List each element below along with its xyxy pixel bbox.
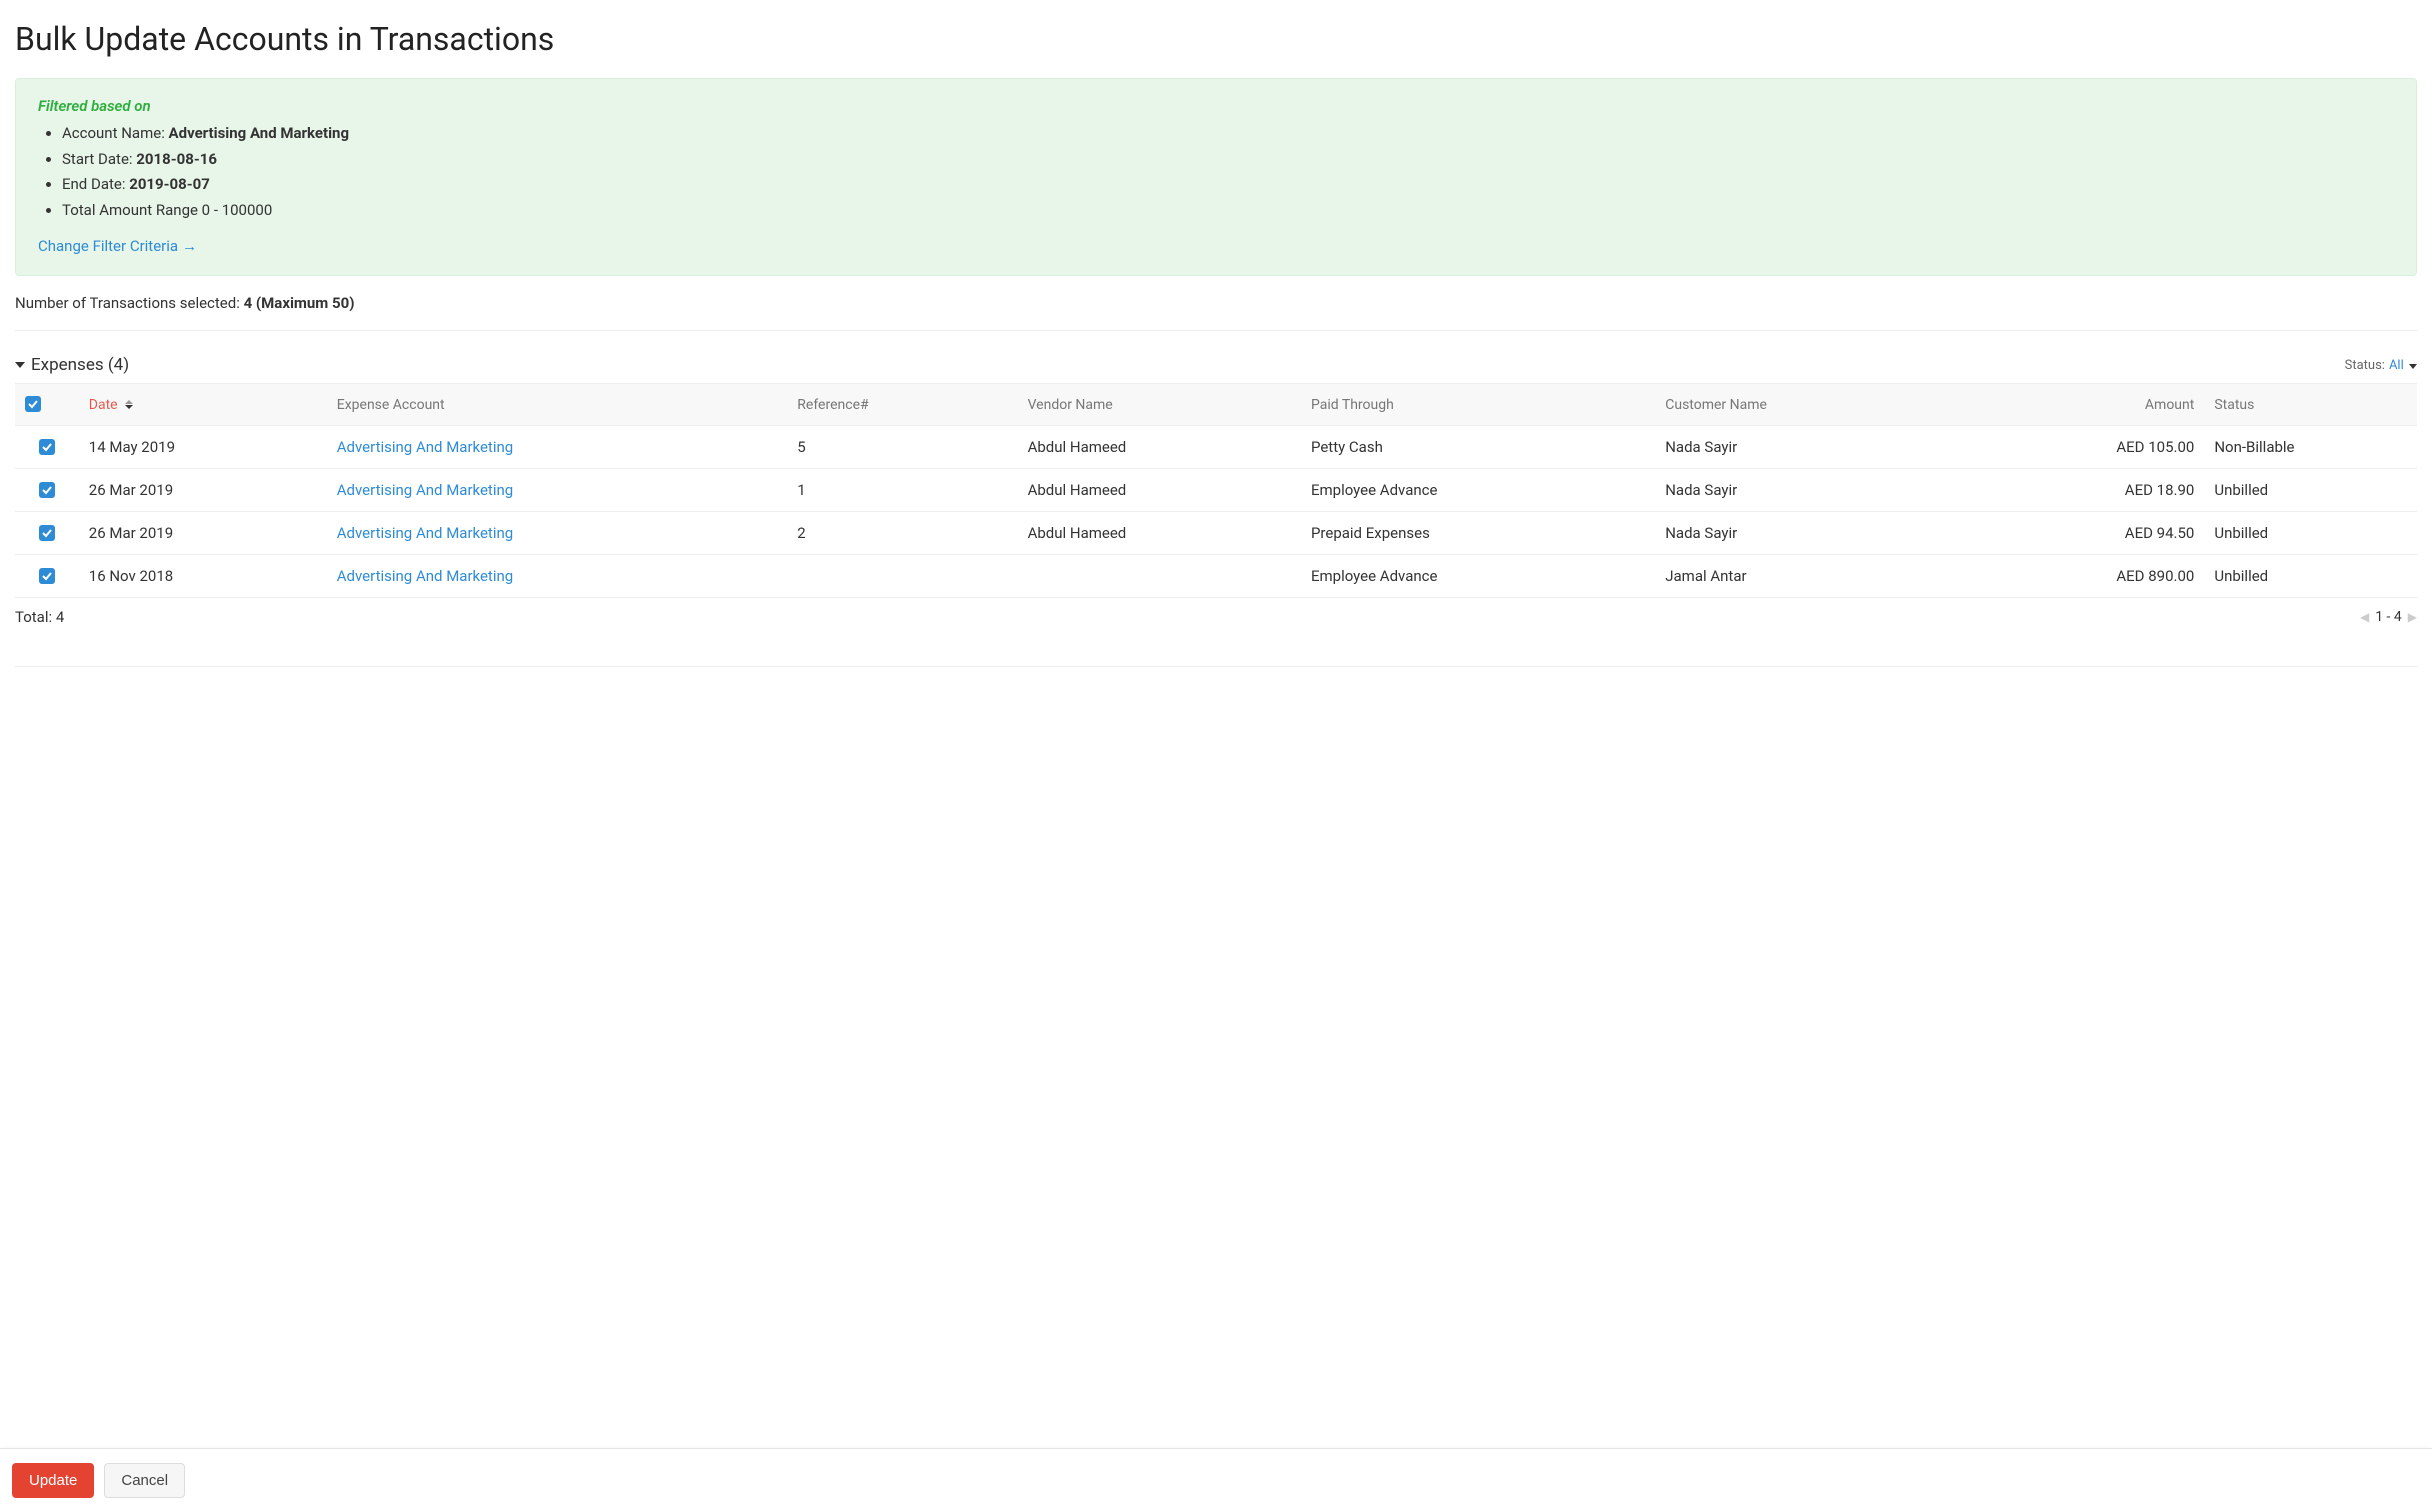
column-header-paid-through[interactable]: Paid Through xyxy=(1301,384,1655,426)
filter-list: Account Name: Advertising And Marketing … xyxy=(38,121,2394,223)
filter-item: Start Date: 2018-08-16 xyxy=(62,147,2394,173)
update-button[interactable]: Update xyxy=(12,1463,94,1498)
selection-count: Number of Transactions selected: 4 (Maxi… xyxy=(15,294,2417,312)
cell-customer-name: Nada Sayir xyxy=(1655,512,1974,555)
pager-range: 1 - 4 xyxy=(2375,609,2402,625)
cell-date: 14 May 2019 xyxy=(79,426,327,469)
cell-status: Non-Billable xyxy=(2204,426,2417,469)
table-row: 14 May 2019 Advertising And Marketing 5Abd… xyxy=(15,426,2417,469)
table-row: 26 Mar 2019 Advertising And Marketing 2Abd… xyxy=(15,512,2417,555)
filter-item: End Date: 2019-08-07 xyxy=(62,172,2394,198)
row-checkbox[interactable] xyxy=(39,439,55,455)
filter-summary-panel: Filtered based on Account Name: Advertis… xyxy=(15,78,2417,276)
row-checkbox[interactable] xyxy=(39,525,55,541)
row-checkbox[interactable] xyxy=(39,482,55,498)
table-row: 16 Nov 2018 Advertising And Marketing Empl… xyxy=(15,555,2417,598)
cell-amount: AED 18.90 xyxy=(1974,469,2204,512)
divider xyxy=(15,666,2417,667)
filter-item: Account Name: Advertising And Marketing xyxy=(62,121,2394,147)
column-header-expense-account[interactable]: Expense Account xyxy=(327,384,788,426)
cell-paid-through: Prepaid Expenses xyxy=(1301,512,1655,555)
arrow-right-icon: → xyxy=(182,237,197,255)
cell-status: Unbilled xyxy=(2204,555,2417,598)
cell-paid-through: Employee Advance xyxy=(1301,555,1655,598)
cell-vendor-name xyxy=(1018,555,1301,598)
section-title-label: Expenses (4) xyxy=(31,355,129,375)
pager-prev[interactable]: ◀ xyxy=(2360,610,2369,624)
selection-value: 4 (Maximum 50) xyxy=(244,294,355,312)
filter-item-label: Account Name: xyxy=(62,124,169,142)
cell-date: 26 Mar 2019 xyxy=(79,469,327,512)
table-row: 26 Mar 2019 Advertising And Marketing 1Abd… xyxy=(15,469,2417,512)
row-checkbox[interactable] xyxy=(39,568,55,584)
caret-down-icon xyxy=(15,362,25,368)
caret-down-icon xyxy=(2409,364,2417,369)
filter-item-value: 2019-08-07 xyxy=(129,175,210,193)
cell-customer-name: Nada Sayir xyxy=(1655,469,1974,512)
cell-date: 16 Nov 2018 xyxy=(79,555,327,598)
action-bar: Update Cancel xyxy=(0,1448,2432,1512)
cell-date: 26 Mar 2019 xyxy=(79,512,327,555)
select-all-checkbox[interactable] xyxy=(25,396,41,412)
cell-expense-account-link[interactable]: Advertising And Marketing xyxy=(337,438,513,456)
filter-item: Total Amount Range 0 - 100000 xyxy=(62,198,2394,224)
transactions-table: Date Expense Account Reference# Vendor N… xyxy=(15,383,2417,598)
column-header-reference[interactable]: Reference# xyxy=(787,384,1017,426)
check-icon xyxy=(42,571,52,581)
filter-heading: Filtered based on xyxy=(38,97,2394,115)
selection-label: Number of Transactions selected: xyxy=(15,294,244,312)
cancel-button[interactable]: Cancel xyxy=(104,1463,185,1498)
status-filter-value: All xyxy=(2389,358,2404,373)
sort-icon xyxy=(125,400,133,409)
status-filter-dropdown[interactable]: All xyxy=(2389,358,2417,373)
cell-customer-name: Jamal Antar xyxy=(1655,555,1974,598)
cell-vendor-name: Abdul Hameed xyxy=(1018,469,1301,512)
filter-item-value: Advertising And Marketing xyxy=(169,124,349,142)
filter-item-label: End Date: xyxy=(62,175,129,193)
column-header-date[interactable]: Date xyxy=(79,384,327,426)
filter-item-label: Total Amount Range 0 - 100000 xyxy=(62,201,272,219)
cell-reference: 2 xyxy=(787,512,1017,555)
pager: ◀ 1 - 4 ▶ xyxy=(2360,609,2417,625)
cell-amount: AED 890.00 xyxy=(1974,555,2204,598)
cell-vendor-name: Abdul Hameed xyxy=(1018,512,1301,555)
check-icon xyxy=(42,485,52,495)
change-filter-label: Change Filter Criteria xyxy=(38,237,178,255)
cell-status: Unbilled xyxy=(2204,469,2417,512)
column-header-amount[interactable]: Amount xyxy=(1974,384,2204,426)
cell-vendor-name: Abdul Hameed xyxy=(1018,426,1301,469)
cell-reference xyxy=(787,555,1017,598)
cell-expense-account-link[interactable]: Advertising And Marketing xyxy=(337,567,513,585)
cell-expense-account-link[interactable]: Advertising And Marketing xyxy=(337,481,513,499)
cell-customer-name: Nada Sayir xyxy=(1655,426,1974,469)
section-toggle-expenses[interactable]: Expenses (4) xyxy=(15,355,129,375)
divider xyxy=(15,330,2417,331)
column-header-customer-name[interactable]: Customer Name xyxy=(1655,384,1974,426)
status-filter: Status: All xyxy=(2345,358,2417,373)
check-icon xyxy=(42,442,52,452)
cell-expense-account-link[interactable]: Advertising And Marketing xyxy=(337,524,513,542)
cell-reference: 5 xyxy=(787,426,1017,469)
cell-paid-through: Petty Cash xyxy=(1301,426,1655,469)
pager-next[interactable]: ▶ xyxy=(2408,610,2417,624)
total-count: Total: 4 xyxy=(15,608,64,626)
check-icon xyxy=(28,399,38,409)
cell-amount: AED 94.50 xyxy=(1974,512,2204,555)
column-header-status[interactable]: Status xyxy=(2204,384,2417,426)
cell-paid-through: Employee Advance xyxy=(1301,469,1655,512)
change-filter-link[interactable]: Change Filter Criteria → xyxy=(38,237,197,255)
cell-status: Unbilled xyxy=(2204,512,2417,555)
status-filter-label: Status: xyxy=(2345,358,2385,373)
check-icon xyxy=(42,528,52,538)
filter-item-value: 2018-08-16 xyxy=(136,150,217,168)
cell-reference: 1 xyxy=(787,469,1017,512)
page-title: Bulk Update Accounts in Transactions xyxy=(15,20,2417,58)
filter-item-label: Start Date: xyxy=(62,150,136,168)
cell-amount: AED 105.00 xyxy=(1974,426,2204,469)
column-header-vendor-name[interactable]: Vendor Name xyxy=(1018,384,1301,426)
